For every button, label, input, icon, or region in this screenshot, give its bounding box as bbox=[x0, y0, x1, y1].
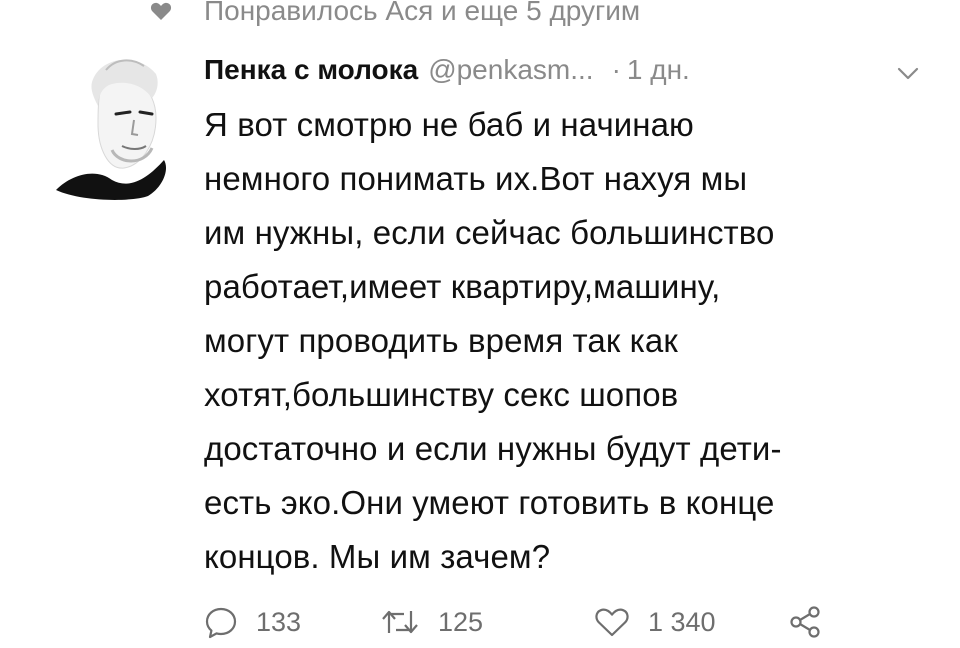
share-icon bbox=[788, 605, 822, 639]
reply-count: 133 bbox=[256, 606, 302, 637]
social-context[interactable]: Понравилось Ася и еще 5 другим bbox=[148, 0, 640, 28]
separator-dot: · bbox=[611, 54, 621, 85]
tweet-header: Пенка с молока @penkasm... · 1 дн. bbox=[204, 54, 924, 96]
tweet-actions: 133 125 1 340 bbox=[204, 600, 822, 644]
heart-icon bbox=[148, 0, 174, 24]
reply-button[interactable]: 133 bbox=[204, 605, 380, 639]
reply-icon bbox=[204, 605, 238, 639]
social-context-text: Понравилось Ася и еще 5 другим bbox=[204, 0, 641, 26]
retweet-count: 125 bbox=[438, 606, 484, 637]
share-button[interactable] bbox=[788, 605, 822, 639]
like-button[interactable]: 1 340 bbox=[594, 606, 788, 638]
retweet-button[interactable]: 125 bbox=[380, 606, 594, 638]
timestamp[interactable]: 1 дн. bbox=[627, 54, 690, 86]
tweet-text: Я вот смотрю не баб и начинаю немного по… bbox=[204, 106, 782, 575]
author-name[interactable]: Пенка с молока bbox=[204, 54, 418, 86]
avatar[interactable] bbox=[52, 50, 178, 200]
retweet-icon bbox=[380, 606, 420, 638]
tweet[interactable]: Пенка с молока @penkasm... · 1 дн. Я вот… bbox=[204, 54, 924, 584]
chevron-down-icon[interactable] bbox=[896, 66, 920, 82]
heart-outline-icon bbox=[594, 606, 630, 638]
author-handle[interactable]: @penkasm... bbox=[428, 54, 593, 86]
like-count: 1 340 bbox=[648, 606, 716, 637]
